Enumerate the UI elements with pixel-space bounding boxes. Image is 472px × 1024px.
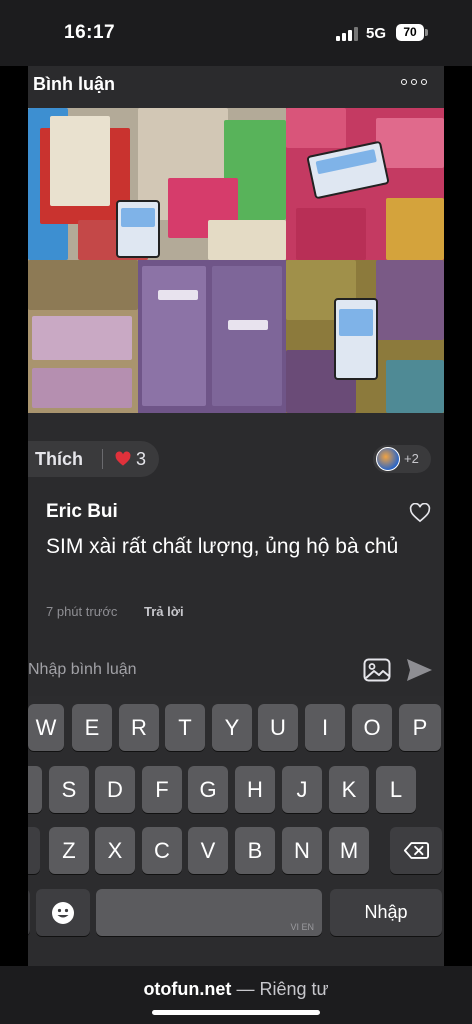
key-a-partial[interactable]	[28, 766, 42, 813]
battery-icon: 70	[396, 24, 424, 41]
key-d[interactable]: D	[95, 766, 135, 813]
comment-input[interactable]	[28, 646, 348, 694]
sheet-title: Bình luận	[33, 74, 115, 94]
key-c[interactable]: C	[142, 827, 182, 874]
language-hint: VI EN	[290, 922, 314, 932]
comment-text: SIM xài rất chất lượng, ủng hộ bà chủ	[46, 535, 399, 558]
post-photo[interactable]	[28, 108, 444, 413]
backspace-icon	[403, 842, 429, 859]
emoji-key[interactable]	[36, 889, 90, 936]
return-key[interactable]: Nhập	[330, 889, 442, 936]
key-i[interactable]: I	[305, 704, 345, 751]
comment-input-bar	[28, 646, 444, 694]
key-b[interactable]: B	[235, 827, 275, 874]
key-e[interactable]: E	[72, 704, 112, 751]
key-f[interactable]: F	[142, 766, 182, 813]
extra-reactors-count: +2	[404, 451, 419, 466]
photo-tile	[28, 260, 138, 413]
send-icon[interactable]	[405, 657, 433, 683]
key-v[interactable]: V	[188, 827, 228, 874]
page-background-right	[444, 66, 472, 966]
cellular-signal-icon	[336, 27, 358, 41]
page-background-left	[0, 66, 28, 966]
key-p[interactable]: P	[399, 704, 441, 751]
key-w[interactable]: W	[28, 704, 64, 751]
battery-tip	[425, 29, 428, 36]
reactions-bar: Thích 3 +2	[28, 441, 444, 481]
key-n[interactable]: N	[282, 827, 322, 874]
url-label[interactable]: otofun.net — Riêng tư	[0, 979, 472, 1000]
keyboard: W E R T Y U I O P S D F G H J K L Z X C …	[28, 696, 444, 966]
key-y[interactable]: Y	[212, 704, 252, 751]
key-o[interactable]: O	[352, 704, 392, 751]
heart-outline-icon[interactable]	[409, 503, 431, 523]
delete-key[interactable]	[390, 827, 442, 874]
key-s[interactable]: S	[49, 766, 89, 813]
photo-tile	[286, 260, 444, 413]
reply-button[interactable]: Trả lời	[144, 604, 184, 619]
status-bar: 16:17 5G 70	[0, 0, 472, 66]
url-separator: —	[236, 979, 255, 999]
heart-icon	[115, 451, 131, 466]
like-button[interactable]: Thích 3	[28, 441, 159, 477]
number-key[interactable]	[28, 889, 30, 936]
reaction-count: 3	[136, 449, 147, 469]
key-z[interactable]: Z	[49, 827, 89, 874]
emoji-icon	[52, 902, 74, 924]
key-g[interactable]: G	[188, 766, 228, 813]
key-k[interactable]: K	[329, 766, 369, 813]
key-j[interactable]: J	[282, 766, 322, 813]
photo-tile	[28, 108, 286, 260]
comment-author[interactable]: Eric Bui	[46, 501, 118, 523]
photo-tile	[286, 108, 444, 260]
space-key[interactable]: VI EN	[96, 889, 322, 936]
like-label: Thích	[35, 449, 83, 469]
key-r[interactable]: R	[119, 704, 159, 751]
sheet-header: Bình luận	[28, 66, 444, 106]
comment-timestamp: 7 phút trước	[46, 604, 118, 619]
network-type: 5G	[366, 25, 387, 42]
home-indicator[interactable]	[152, 1010, 320, 1015]
image-icon[interactable]	[363, 658, 391, 682]
divider	[102, 449, 103, 469]
avatar	[376, 447, 400, 471]
key-u[interactable]: U	[258, 704, 298, 751]
clock: 16:17	[64, 22, 116, 43]
ellipsis-icon[interactable]	[401, 79, 427, 87]
shift-key[interactable]	[28, 827, 40, 874]
browser-bottom-bar[interactable]: otofun.net — Riêng tư	[0, 966, 472, 1024]
url-domain: otofun.net	[143, 979, 232, 999]
reactors-button[interactable]: +2	[373, 445, 431, 473]
private-mode-label: Riêng tư	[259, 979, 329, 999]
comments-sheet: Bình luận Thích 3 +2 Eric Bui SIM xài rấ…	[28, 66, 444, 696]
key-l[interactable]: L	[376, 766, 416, 813]
key-x[interactable]: X	[95, 827, 135, 874]
key-h[interactable]: H	[235, 766, 275, 813]
photo-tile	[138, 260, 286, 413]
key-t[interactable]: T	[165, 704, 205, 751]
key-m[interactable]: M	[329, 827, 369, 874]
